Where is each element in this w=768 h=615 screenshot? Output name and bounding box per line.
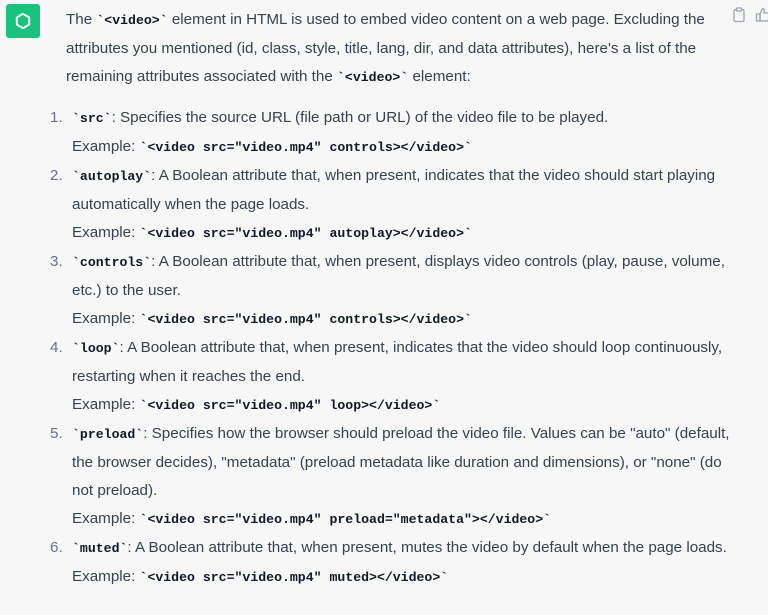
- example-line: Example: `<video src="video.mp4" control…: [72, 305, 730, 334]
- example-label: Example:: [72, 224, 140, 241]
- message-actions: [730, 6, 768, 24]
- openai-logo-icon: [15, 13, 31, 29]
- attribute-name: `loop`: [72, 341, 120, 356]
- example-line: Example: `<video src="video.mp4" control…: [72, 133, 730, 162]
- inline-code: `<video>`: [96, 13, 168, 28]
- list-item: 4. `loop`: A Boolean attribute that, whe…: [50, 334, 730, 420]
- list-number: 5.: [50, 425, 63, 442]
- attribute-name: `muted`: [72, 541, 128, 556]
- copy-button[interactable]: [730, 6, 748, 24]
- list-number: 2.: [50, 167, 63, 184]
- inline-code: `<video>`: [337, 70, 409, 85]
- example-line: Example: `<video src="video.mp4" muted><…: [72, 563, 730, 592]
- attribute-description: : Specifies the source URL (file path or…: [111, 109, 609, 126]
- attribute-name: `autoplay`: [72, 169, 152, 184]
- intro-text: element:: [408, 68, 471, 85]
- attribute-description: : Specifies how the browser should prelo…: [72, 425, 730, 499]
- attribute-name: `preload`: [72, 427, 144, 442]
- attribute-description: : A Boolean attribute that, when present…: [72, 339, 723, 385]
- attribute-name: `src`: [72, 111, 112, 126]
- example-line: Example: `<video src="video.mp4" loop></…: [72, 391, 730, 420]
- example-label: Example:: [72, 510, 140, 527]
- list-item: 6. `muted`: A Boolean attribute that, wh…: [50, 534, 730, 592]
- assistant-message: The `<video>` element in HTML is used to…: [50, 6, 730, 592]
- attribute-name: `controls`: [72, 255, 152, 270]
- thumbs-up-icon: [755, 7, 768, 22]
- list-item: 5. `preload`: Specifies how the browser …: [50, 420, 730, 534]
- attribute-description: : A Boolean attribute that, when present…: [72, 253, 725, 299]
- example-code: `<video src="video.mp4" controls></video…: [139, 312, 472, 327]
- list-number: 3.: [50, 253, 63, 270]
- example-label: Example:: [72, 138, 140, 155]
- example-code: `<video src="video.mp4" muted></video>`: [139, 570, 449, 585]
- attribute-list: 1. `src`: Specifies the source URL (file…: [50, 104, 730, 592]
- list-item: 2. `autoplay`: A Boolean attribute that,…: [50, 162, 730, 248]
- thumbs-up-button[interactable]: [754, 6, 768, 24]
- example-line: Example: `<video src="video.mp4" preload…: [72, 505, 730, 534]
- example-label: Example:: [72, 396, 140, 413]
- list-item: 1. `src`: Specifies the source URL (file…: [50, 104, 730, 162]
- list-number: 6.: [50, 539, 63, 556]
- intro-text: The: [66, 11, 97, 28]
- example-code: `<video src="video.mp4" loop></video>`: [139, 398, 441, 413]
- attribute-description: : A Boolean attribute that, when present…: [127, 539, 727, 556]
- assistant-avatar: [6, 4, 40, 38]
- list-item: 3. `controls`: A Boolean attribute that,…: [50, 248, 730, 334]
- list-number: 1.: [50, 109, 63, 126]
- example-code: `<video src="video.mp4" controls></video…: [139, 140, 472, 155]
- clipboard-icon: [733, 7, 745, 23]
- list-number: 4.: [50, 339, 63, 356]
- example-label: Example:: [72, 568, 140, 585]
- intro-paragraph: The `<video>` element in HTML is used to…: [66, 6, 730, 92]
- example-code: `<video src="video.mp4" preload="metadat…: [139, 512, 552, 527]
- example-code: `<video src="video.mp4" autoplay></video…: [139, 226, 472, 241]
- example-line: Example: `<video src="video.mp4" autopla…: [72, 219, 730, 248]
- example-label: Example:: [72, 310, 140, 327]
- attribute-description: : A Boolean attribute that, when present…: [72, 167, 716, 213]
